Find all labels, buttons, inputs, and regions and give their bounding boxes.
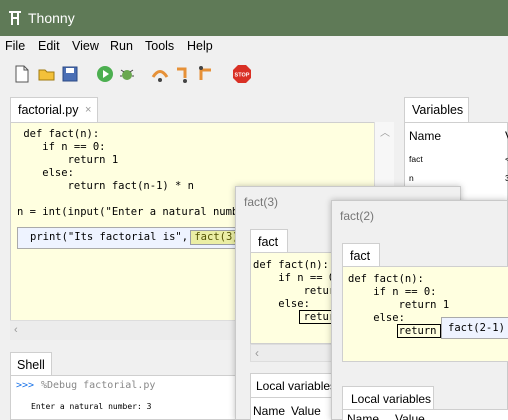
scroll-left-icon[interactable]: ‹ xyxy=(14,324,18,336)
toolbar: STOP xyxy=(0,56,508,92)
code-line: else: xyxy=(17,167,74,179)
svg-text:STOP: STOP xyxy=(235,73,250,79)
step-out-icon[interactable] xyxy=(196,64,216,84)
step-into-icon[interactable] xyxy=(173,64,193,84)
local-variables-table: Name Value xyxy=(342,409,508,420)
frame-tab-label: fact xyxy=(350,249,371,263)
local-header-name: Name xyxy=(347,412,380,420)
code-line: if n == 0 xyxy=(253,272,336,284)
menu-help[interactable]: Help xyxy=(187,39,213,53)
menu-edit[interactable]: Edit xyxy=(38,39,60,53)
frame-window-fact2[interactable]: fact(2) fact def fact(n): if n == 0: ret… xyxy=(331,200,508,420)
local-variables-tab[interactable]: Local variables xyxy=(342,386,434,410)
evaluation-popup: fact(2-1) xyxy=(441,317,508,339)
frame-code: def fact(n): if n == 0: return 1 else: r… xyxy=(342,266,508,362)
code-line: return 1 xyxy=(348,299,450,311)
code-line: if n == 0: xyxy=(348,286,437,298)
run-icon[interactable] xyxy=(95,64,115,84)
evaluation-popup-text: fact(2-1) xyxy=(448,322,505,334)
code-line: retur xyxy=(253,285,336,297)
window-title: Thonny xyxy=(28,10,75,26)
frame-title-bar[interactable]: fact(2) xyxy=(332,201,507,231)
local-header-name: Name xyxy=(253,404,286,418)
new-file-icon[interactable] xyxy=(12,64,32,84)
local-variables-label: Local variables xyxy=(256,379,337,393)
shell-tab[interactable]: Shell xyxy=(10,352,52,376)
open-file-icon[interactable] xyxy=(37,64,57,84)
menu-bar: File Edit View Run Tools Help xyxy=(0,36,508,56)
var-row-name: fact xyxy=(409,154,423,164)
frame-title: fact(3) xyxy=(244,195,279,209)
current-expression-box xyxy=(397,324,441,338)
save-icon[interactable] xyxy=(60,64,80,84)
code-line: def fact(n): xyxy=(23,128,100,140)
close-tab-icon[interactable]: × xyxy=(85,104,91,116)
frame-title: fact(2) xyxy=(340,209,375,223)
scroll-left-icon[interactable]: ‹ xyxy=(255,346,259,360)
variables-tab-label: Variables xyxy=(412,103,464,117)
shell-output: Enter a natural number: 3 xyxy=(31,402,152,411)
local-header-value: Value xyxy=(395,412,425,420)
menu-tools[interactable]: Tools xyxy=(145,39,174,53)
code-line: return 1 xyxy=(17,154,119,166)
shell-prompt: >>> xyxy=(16,380,35,391)
code-line: def fact(n): xyxy=(348,273,424,285)
shell-tab-label: Shell xyxy=(17,358,45,372)
frame-function-tab[interactable]: fact xyxy=(250,229,288,253)
thonny-logo-icon xyxy=(9,11,21,25)
evaluated-expression-highlight xyxy=(190,230,237,245)
code-line: if n == 0: xyxy=(17,141,106,153)
menu-view[interactable]: View xyxy=(72,39,99,53)
frame-tab-label: fact xyxy=(258,235,279,249)
step-over-icon[interactable] xyxy=(150,64,170,84)
title-bar: Thonny xyxy=(0,0,508,36)
scroll-up-icon[interactable]: ︿ xyxy=(380,124,390,139)
stop-icon[interactable]: STOP xyxy=(232,64,252,84)
menu-file[interactable]: File xyxy=(5,39,25,53)
code-line: return fact(n-1) * n xyxy=(17,180,195,192)
editor-tab-label: factorial.py xyxy=(18,103,79,117)
frame-function-tab[interactable]: fact xyxy=(342,243,380,267)
local-variables-label: Local variables xyxy=(351,392,432,406)
code-line: n = int(input("Enter a natural number xyxy=(17,206,251,218)
var-header-name: Name xyxy=(409,129,442,143)
variables-tab[interactable]: Variables xyxy=(404,97,469,123)
debug-icon[interactable] xyxy=(117,64,137,84)
editor-tab[interactable]: factorial.py × xyxy=(10,97,98,123)
local-header-value: Value xyxy=(291,404,321,418)
var-row-name: n xyxy=(409,173,414,183)
shell-command: %Debug factorial.py xyxy=(41,380,156,391)
menu-run[interactable]: Run xyxy=(110,39,133,53)
code-line: def fact(n): xyxy=(253,259,329,271)
